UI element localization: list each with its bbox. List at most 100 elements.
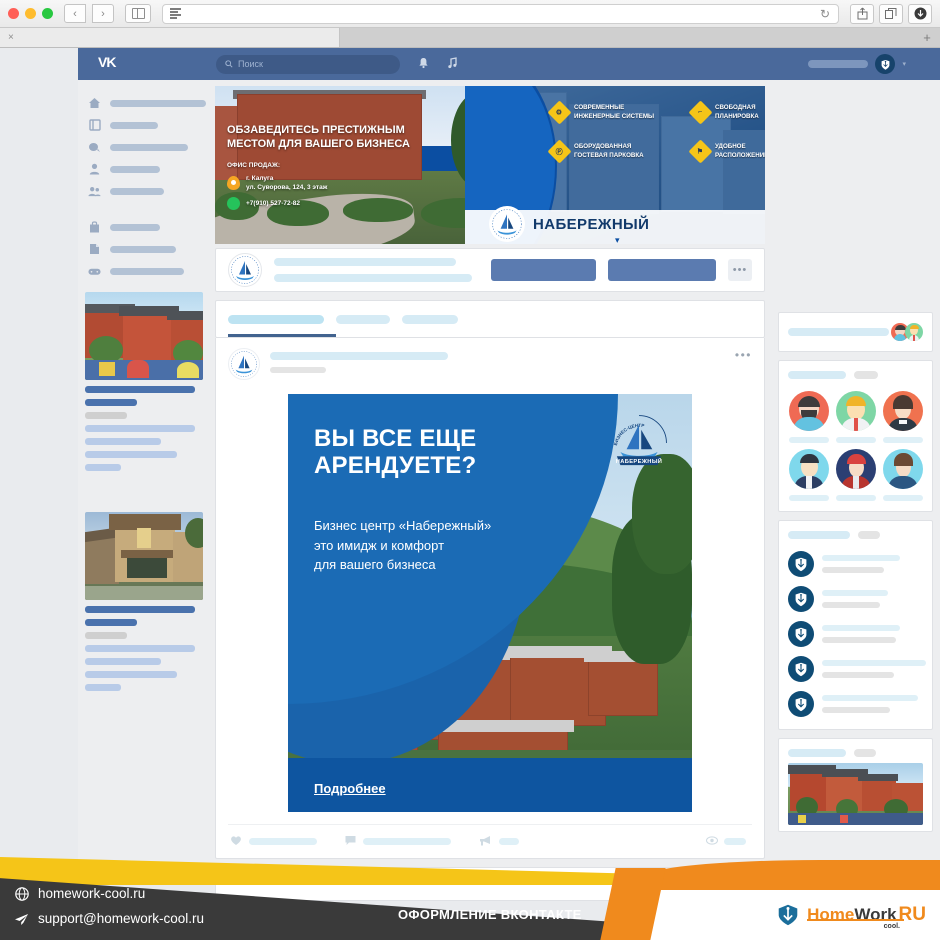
tabs-glyph	[885, 7, 897, 19]
post-author-avatar[interactable]	[228, 348, 260, 380]
vk-top-bar: VK Поиск ▾	[78, 48, 940, 80]
avatar-name-bar	[882, 437, 923, 443]
vk-account-area[interactable]: ▾	[808, 54, 928, 74]
group-title-placeholder	[274, 258, 479, 282]
games-icon	[88, 265, 101, 278]
anchor-glyph	[795, 697, 807, 712]
reader-view-icon[interactable]	[170, 8, 181, 19]
minimize-window-button[interactable]	[25, 8, 36, 19]
friends-card-head	[788, 371, 923, 379]
sidebar-item-friends[interactable]	[88, 180, 210, 202]
back-button[interactable]: ‹	[64, 4, 86, 23]
sidebar-item-profile[interactable]	[88, 158, 210, 180]
banner-brand: НАБЕРЕЖНЫЙ	[489, 206, 649, 242]
post-menu-button[interactable]: •••	[735, 348, 752, 362]
share-glyph	[857, 7, 867, 20]
footer-website-row[interactable]: homework-cool.ru	[14, 881, 204, 907]
anchor-badge-icon	[788, 586, 814, 612]
close-tab-icon[interactable]: ×	[8, 32, 14, 43]
list-item[interactable]	[788, 656, 926, 682]
list-item[interactable]	[788, 551, 923, 577]
list-item[interactable]	[788, 586, 923, 612]
sidebar-item-messages[interactable]	[88, 136, 210, 158]
music-note-icon[interactable]	[447, 56, 458, 72]
sidebar-item-label	[110, 187, 164, 195]
tab-wall[interactable]	[228, 315, 324, 324]
forward-button[interactable]: ›	[92, 4, 114, 23]
footer-website: homework-cool.ru	[38, 885, 146, 901]
banner-left-photo: ОБЗАВЕДИТЕСЬ ПРЕСТИЖНЫМ МЕСТОМ ДЛЯ ВАШЕГ…	[215, 86, 500, 244]
close-window-button[interactable]	[8, 8, 19, 19]
members-summary-card[interactable]	[778, 312, 933, 352]
sidebar-item-market[interactable]	[88, 216, 210, 238]
banner-office-label: ОФИС ПРОДАЖ:	[227, 161, 281, 169]
tabs-icon[interactable]	[879, 3, 903, 24]
sidebar-item-label	[110, 121, 158, 129]
chevron-down-icon[interactable]: ▾	[902, 60, 906, 68]
ad-line	[85, 399, 137, 406]
tab-strip-empty	[340, 28, 914, 47]
ad-residential-complex[interactable]	[85, 292, 203, 471]
like-button[interactable]	[230, 835, 317, 849]
photos-label-bar	[788, 749, 846, 757]
sidebar-item-news[interactable]	[88, 114, 210, 136]
message-button[interactable]	[608, 259, 716, 281]
avatar-woman-bowtie[interactable]	[882, 391, 923, 443]
group-more-button[interactable]: •••	[728, 259, 752, 281]
avatar-bearded-man[interactable]	[788, 391, 829, 443]
feature-line-2: РАСПОЛОЖЕНИЕ	[715, 151, 765, 159]
avatar-woman-red[interactable]	[835, 449, 876, 501]
avatar[interactable]	[875, 54, 896, 74]
reload-icon[interactable]: ↻	[820, 7, 830, 21]
bell-icon[interactable]	[418, 57, 429, 72]
tab-photos[interactable]	[402, 315, 458, 324]
window-traffic-lights[interactable]	[8, 8, 53, 19]
post-image-cta-link[interactable]: Подробнее	[314, 781, 386, 796]
avatar-man-tie[interactable]	[835, 391, 876, 443]
gears-icon: ⚙	[547, 100, 572, 125]
avatar-woman-blue[interactable]	[882, 449, 923, 501]
group-avatar[interactable]	[228, 253, 262, 287]
address-bar[interactable]: ↻	[162, 3, 839, 24]
sidebar-item-home[interactable]	[88, 92, 210, 114]
globe-icon	[14, 886, 29, 901]
share-icon[interactable]	[850, 3, 874, 24]
footer-logo[interactable]: Home Work RU cool.	[775, 902, 926, 930]
sidebar-toggle-button[interactable]	[125, 4, 151, 23]
maximize-window-button[interactable]	[42, 8, 53, 19]
list-item-sub-bar	[822, 672, 894, 678]
megaphone-icon	[479, 835, 492, 849]
avatar-man-suit[interactable]	[788, 449, 829, 501]
search-icon	[225, 60, 233, 68]
share-button[interactable]	[479, 835, 519, 849]
links-count-bar	[858, 531, 880, 539]
sidebar-item-documents[interactable]	[88, 238, 210, 260]
view-count-bar	[724, 838, 746, 845]
account-name-placeholder	[808, 60, 869, 68]
browser-tab[interactable]: ×	[0, 28, 340, 47]
post-image[interactable]: ВЫ ВСЕ ЕЩЕ АРЕНДУЕТЕ? Бизнес центр «Набе…	[288, 394, 692, 812]
vk-logo-icon[interactable]: VK	[98, 54, 124, 74]
new-tab-button[interactable]: +	[914, 28, 940, 47]
downloads-icon[interactable]	[908, 3, 932, 24]
news-icon	[88, 119, 101, 132]
logo-cool-text: cool.	[883, 923, 900, 930]
list-item-sub-bar	[822, 567, 884, 573]
banner-right-panel: ⚙ СОВРЕМЕННЫЕ ИНЖЕНЕРНЫЕ СИСТЕМЫ ⌐ СВОБО…	[465, 86, 765, 244]
group-cover-banner[interactable]: ОБЗАВЕДИТЕСЬ ПРЕСТИЖНЫМ МЕСТОМ ДЛЯ ВАШЕГ…	[215, 86, 765, 244]
list-item[interactable]	[788, 691, 923, 717]
sidebar-item-games[interactable]	[88, 260, 210, 282]
post-author-placeholder	[270, 348, 725, 373]
like-count-bar	[249, 838, 317, 845]
photo-thumbnail[interactable]	[788, 763, 923, 825]
subscribe-button[interactable]	[491, 259, 596, 281]
messages-icon	[88, 141, 101, 154]
footer-email-row[interactable]: support@homework-cool.ru	[14, 906, 204, 932]
banner-text-block: ОБЗАВЕДИТЕСЬ ПРЕСТИЖНЫМ МЕСТОМ ДЛЯ ВАШЕГ…	[227, 124, 497, 211]
member-mini-2[interactable]	[905, 323, 923, 341]
tab-info[interactable]	[336, 315, 390, 324]
comment-button[interactable]	[345, 835, 451, 849]
ad-stone-cottage[interactable]	[85, 512, 203, 691]
search-input[interactable]: Поиск	[216, 54, 400, 74]
list-item[interactable]	[788, 621, 923, 647]
